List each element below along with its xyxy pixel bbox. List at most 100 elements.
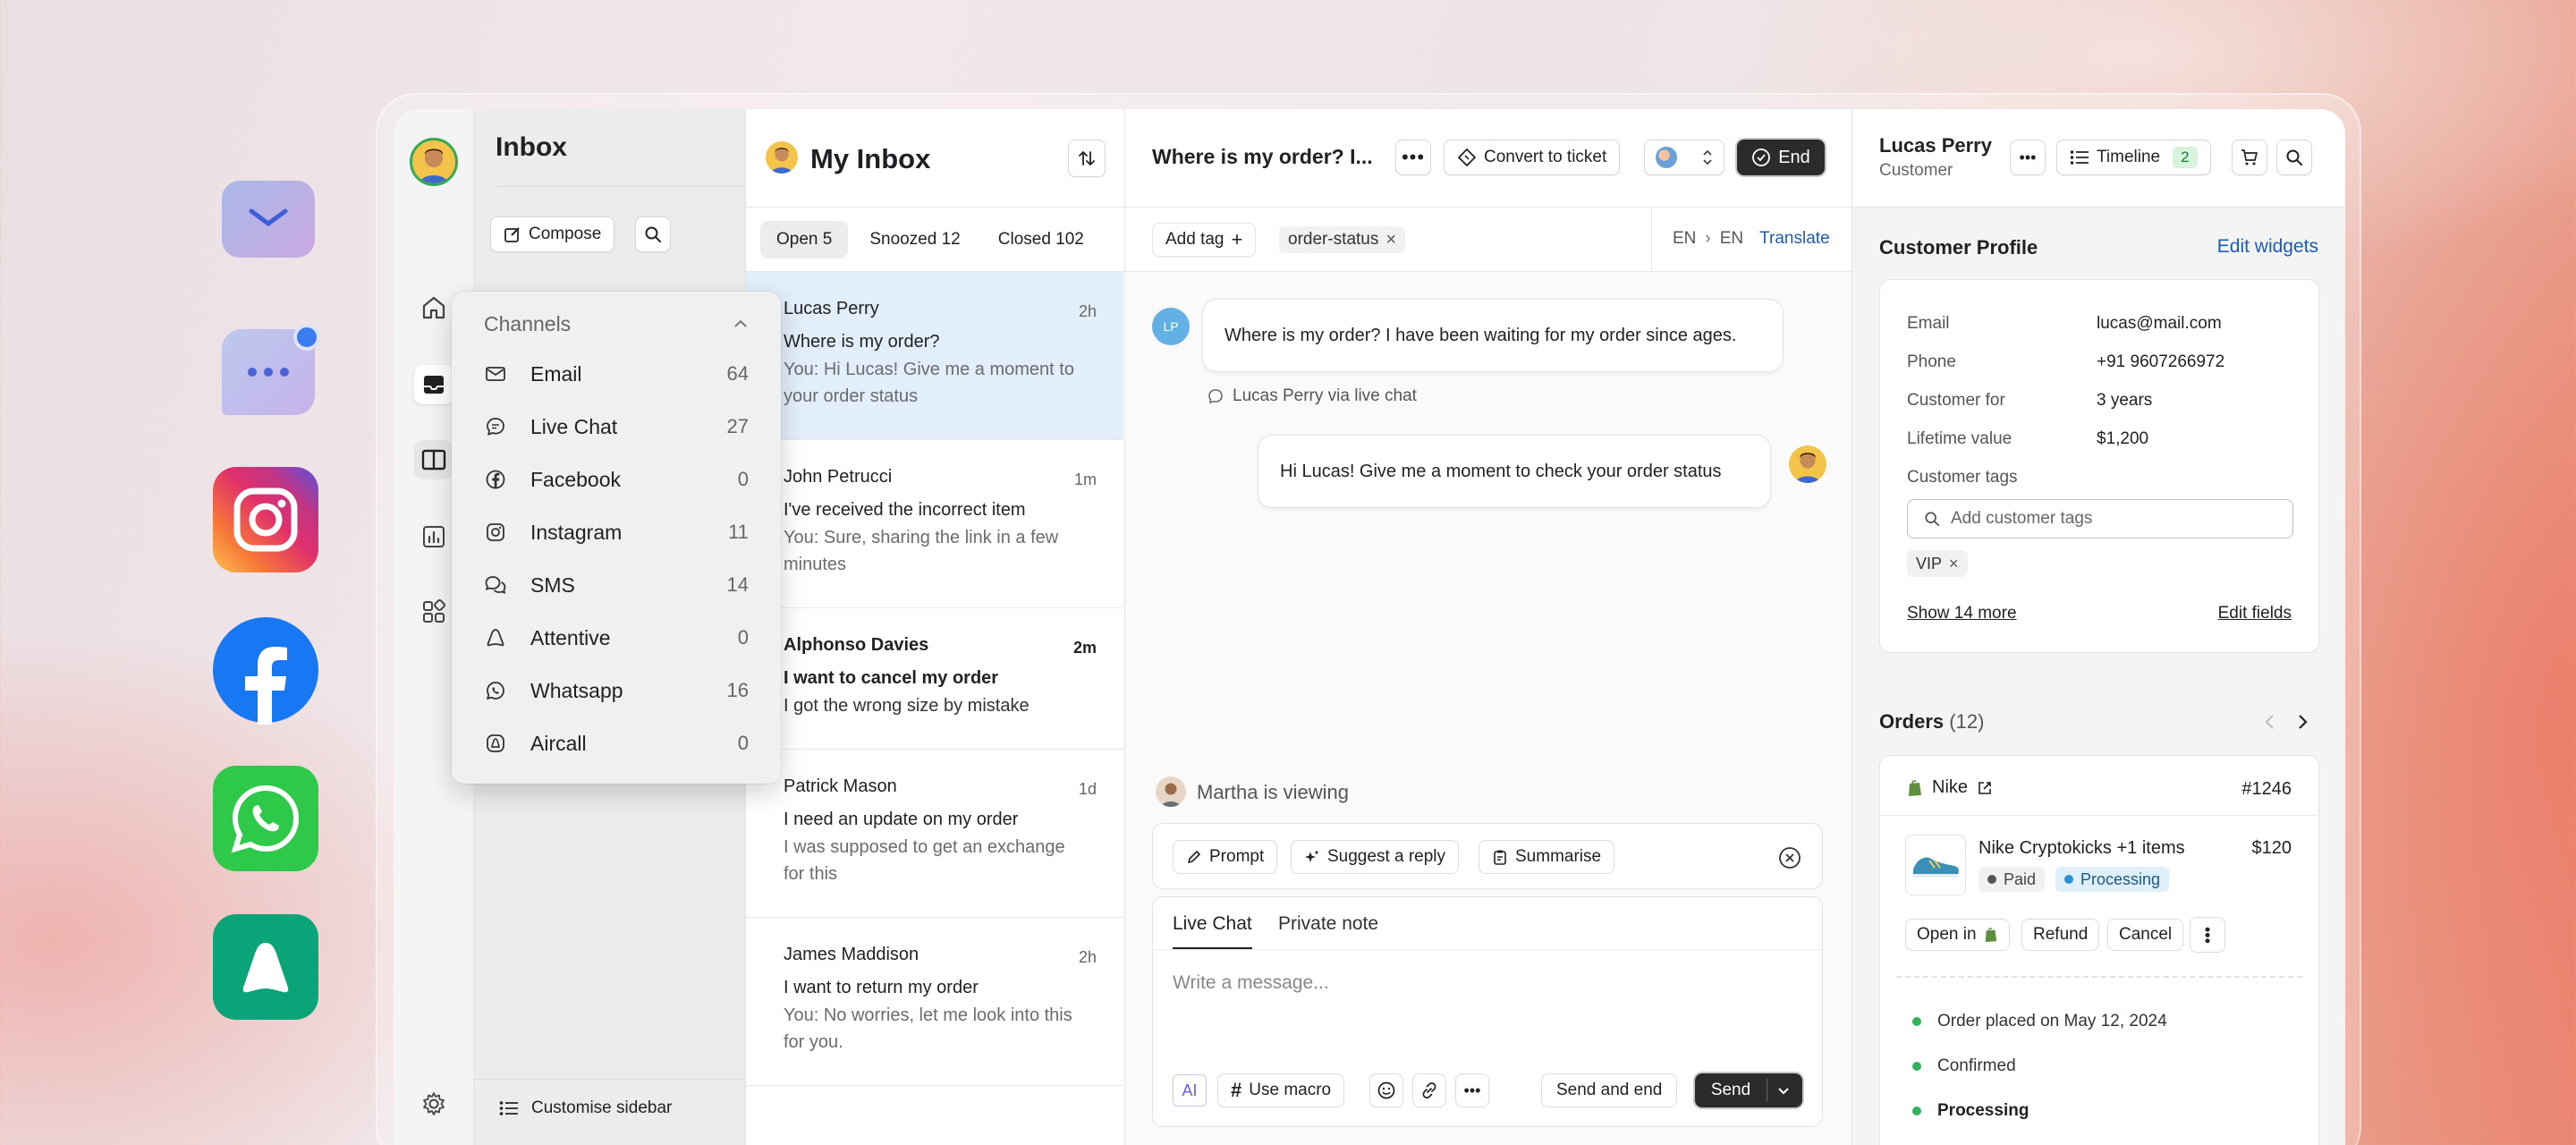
- channel-item-live-chat[interactable]: Live Chat 27: [484, 407, 749, 446]
- customer-more-button[interactable]: •••: [2010, 140, 2046, 175]
- more-options-button[interactable]: •••: [1455, 1073, 1489, 1107]
- lang-to[interactable]: EN: [1720, 229, 1743, 249]
- channels-header[interactable]: Channels: [484, 304, 749, 344]
- summarise-label: Summarise: [1515, 847, 1602, 866]
- conversation-item[interactable]: Alphonso Davies 2m I want to cancel my o…: [746, 608, 1123, 750]
- channel-item-aircall[interactable]: Aircall 0: [484, 724, 749, 763]
- inbox-icon[interactable]: [414, 365, 453, 404]
- suggest-reply-button[interactable]: Suggest a reply: [1291, 840, 1460, 874]
- channel-item-sms[interactable]: SMS 14: [484, 565, 749, 605]
- conversation-item[interactable]: James Maddison 2h I want to return my or…: [746, 918, 1123, 1086]
- conversation-name: Patrick Mason: [784, 776, 897, 796]
- book-icon[interactable]: [414, 440, 453, 479]
- channel-item-email[interactable]: Email 64: [484, 354, 749, 394]
- lang-from[interactable]: EN: [1673, 229, 1696, 249]
- conversation-time: 2h: [1078, 948, 1097, 966]
- remove-tag-icon[interactable]: ×: [1385, 230, 1396, 250]
- remove-tag-icon[interactable]: ×: [1949, 555, 1959, 573]
- send-button[interactable]: Send: [1695, 1073, 1802, 1107]
- open-in-shopify-button[interactable]: Open in: [1905, 919, 2010, 951]
- channel-count: 27: [726, 415, 749, 437]
- channel-item-attentive[interactable]: Attentive 0: [484, 618, 749, 657]
- assignee-select[interactable]: [1644, 140, 1724, 175]
- more-button[interactable]: •••: [1395, 140, 1431, 175]
- aircall-icon: [484, 732, 507, 755]
- search-button[interactable]: [635, 216, 671, 252]
- suggest-reply-label: Suggest a reply: [1327, 847, 1446, 866]
- chevron-left-icon[interactable]: [2262, 712, 2278, 732]
- convert-to-ticket-button[interactable]: Convert to ticket: [1444, 140, 1621, 175]
- chevron-right-icon[interactable]: [2294, 712, 2310, 732]
- sort-button[interactable]: [1068, 140, 1106, 177]
- order-more-button[interactable]: •••: [2190, 917, 2225, 953]
- translate-link[interactable]: Translate: [1759, 229, 1830, 249]
- use-macro-button[interactable]: # Use macro: [1217, 1073, 1345, 1107]
- end-button[interactable]: End: [1737, 140, 1825, 175]
- add-tag-button[interactable]: Add tag +: [1152, 223, 1257, 257]
- preview-line: minutes: [784, 555, 847, 574]
- field-label: Lifetime value: [1907, 429, 2012, 448]
- summarise-button[interactable]: Summarise: [1479, 840, 1615, 874]
- home-icon[interactable]: [414, 288, 453, 327]
- search-icon: [645, 226, 661, 242]
- order-card: Nike #1246 Nike Cryptokicks +1 items $12…: [1879, 755, 2319, 1145]
- user-avatar[interactable]: [410, 138, 458, 186]
- check-circle-icon: [1752, 148, 1771, 166]
- conversation-item[interactable]: Lucas Perry 2h Where is my order? You: H…: [746, 272, 1123, 440]
- conversation-item[interactable]: Patrick Mason 1d I need an update on my …: [746, 750, 1123, 918]
- email-app-icon: [222, 181, 315, 258]
- divider: [1896, 976, 2302, 978]
- chevron-down-icon[interactable]: [1776, 1083, 1791, 1098]
- external-link-icon[interactable]: [1977, 780, 1993, 796]
- tab-snoozed[interactable]: Snoozed 12: [853, 221, 976, 259]
- tab-closed[interactable]: Closed 102: [982, 221, 1100, 259]
- message-input[interactable]: Write a message...: [1173, 972, 1329, 994]
- edit-widgets-link[interactable]: Edit widgets: [2217, 236, 2318, 258]
- channel-item-instagram[interactable]: Instagram 11: [484, 513, 749, 552]
- search-icon: [2286, 149, 2302, 165]
- refund-button[interactable]: Refund: [2021, 919, 2100, 951]
- translate-bar: EN › EN Translate: [1673, 229, 1830, 249]
- close-circle-icon[interactable]: [1777, 845, 1802, 870]
- channel-item-whatsapp[interactable]: Whatsapp 16: [484, 671, 749, 710]
- reports-icon[interactable]: [414, 517, 453, 556]
- timeline-button[interactable]: Timeline 2: [2056, 140, 2211, 175]
- customer-search-button[interactable]: [2276, 140, 2312, 175]
- show-more-link[interactable]: Show 14 more: [1907, 604, 2017, 623]
- search-icon: [1925, 512, 1940, 527]
- tab-open[interactable]: Open 5: [760, 220, 849, 259]
- sidebar-title: Inbox: [496, 132, 567, 162]
- conversation-preview: You: Hi Lucas! Give me a moment to your o…: [784, 356, 1097, 410]
- timeline-text: Processing: [1937, 1101, 2029, 1120]
- cart-button[interactable]: [2232, 140, 2267, 175]
- chevron-up-icon: [734, 319, 747, 327]
- channel-item-facebook[interactable]: Facebook 0: [484, 460, 749, 499]
- apps-icon[interactable]: [414, 592, 453, 632]
- product-price: $120: [2251, 838, 2292, 858]
- customer-message: Where is my order? I have been waiting f…: [1202, 299, 1784, 372]
- send-and-end-button[interactable]: Send and end: [1541, 1073, 1678, 1107]
- field-value: $1,200: [2097, 429, 2149, 448]
- orders-title: Orders (12): [1879, 710, 1984, 734]
- tab-private-note[interactable]: Private note: [1278, 913, 1378, 949]
- ai-button[interactable]: AI: [1173, 1074, 1207, 1107]
- customer-tags-input[interactable]: Add customer tags: [1907, 499, 2293, 539]
- store-row: Nike: [1907, 777, 1993, 798]
- settings-icon[interactable]: [414, 1084, 453, 1124]
- conversation-preview: You: Sure, sharing the link in a few minu…: [784, 524, 1097, 578]
- channel-count: 64: [726, 362, 749, 385]
- conversation-item[interactable]: John Petrucci 1m I've received the incor…: [746, 440, 1123, 608]
- assignee-avatar-icon: [1656, 147, 1677, 168]
- customer-avatar: LP: [1152, 308, 1190, 345]
- customise-sidebar-button[interactable]: Customise sidebar: [499, 1098, 672, 1118]
- emoji-button[interactable]: [1369, 1073, 1403, 1107]
- edit-fields-link[interactable]: Edit fields: [2218, 604, 2292, 623]
- preview-line: You: Sure, sharing the link in a few: [784, 528, 1059, 547]
- divider: [496, 186, 745, 187]
- prompt-button[interactable]: Prompt: [1173, 840, 1278, 874]
- tab-live-chat[interactable]: Live Chat: [1173, 913, 1252, 949]
- attach-button[interactable]: [1412, 1073, 1446, 1107]
- compose-button[interactable]: Compose: [490, 216, 615, 252]
- conversation-name: Alphonso Davies: [784, 635, 929, 655]
- cancel-order-button[interactable]: Cancel: [2107, 919, 2184, 951]
